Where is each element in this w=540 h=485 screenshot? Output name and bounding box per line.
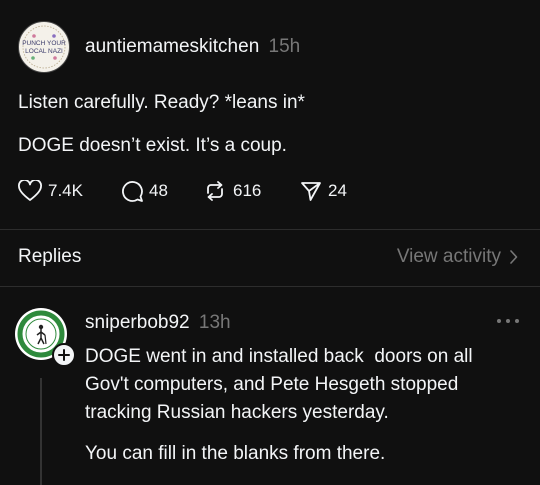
like-count: 7.4K xyxy=(48,181,83,200)
avatar-text-line-1: PUNCH YOUR xyxy=(22,40,66,47)
post-header: auntiemameskitchen 15h xyxy=(85,36,300,58)
like-button[interactable]: 7.4K xyxy=(18,180,83,202)
view-activity-label: View activity xyxy=(396,246,501,267)
ellipsis-icon xyxy=(497,319,519,323)
heart-icon xyxy=(18,180,42,201)
share-button[interactable]: 24 xyxy=(300,180,347,202)
post-text-1: Listen carefully. Ready? *leans in* xyxy=(18,92,305,113)
post-username[interactable]: auntiemameskitchen xyxy=(85,36,259,57)
comment-icon xyxy=(122,181,143,202)
reply-header: sniperbob92 13h xyxy=(85,312,231,334)
punch-nazi-avatar-image: PUNCH YOUR LOCAL NAZI xyxy=(20,23,68,71)
share-count: 24 xyxy=(328,181,347,200)
reply-text-2: You can fill in the blanks from there. xyxy=(85,443,386,464)
avatar-text-line-2: LOCAL NAZI xyxy=(25,48,63,55)
send-icon xyxy=(301,182,321,201)
divider-top xyxy=(0,229,540,230)
plus-icon xyxy=(58,349,70,361)
more-options-button[interactable] xyxy=(496,318,520,324)
replies-label: Replies xyxy=(18,246,82,267)
repost-button[interactable]: 616 xyxy=(203,180,261,202)
repost-count: 616 xyxy=(233,181,262,200)
reply-timestamp: 13h xyxy=(198,312,231,333)
reply-username[interactable]: sniperbob92 xyxy=(85,312,190,333)
comment-button[interactable]: 48 xyxy=(121,180,168,202)
post-avatar[interactable]: PUNCH YOUR LOCAL NAZI xyxy=(18,21,70,73)
view-activity-link[interactable]: View activity xyxy=(397,246,518,268)
comment-count: 48 xyxy=(149,181,168,200)
reply-text-1: DOGE went in and installed back doors on… xyxy=(85,346,478,423)
divider-replies xyxy=(0,286,540,287)
post-timestamp: 15h xyxy=(268,36,301,57)
follow-plus-button[interactable] xyxy=(52,343,76,367)
chevron-right-icon xyxy=(510,250,518,264)
repost-icon xyxy=(207,181,223,201)
post-text-2: DOGE doesn’t exist. It’s a coup. xyxy=(18,135,287,156)
reply-thread-line xyxy=(40,378,42,485)
